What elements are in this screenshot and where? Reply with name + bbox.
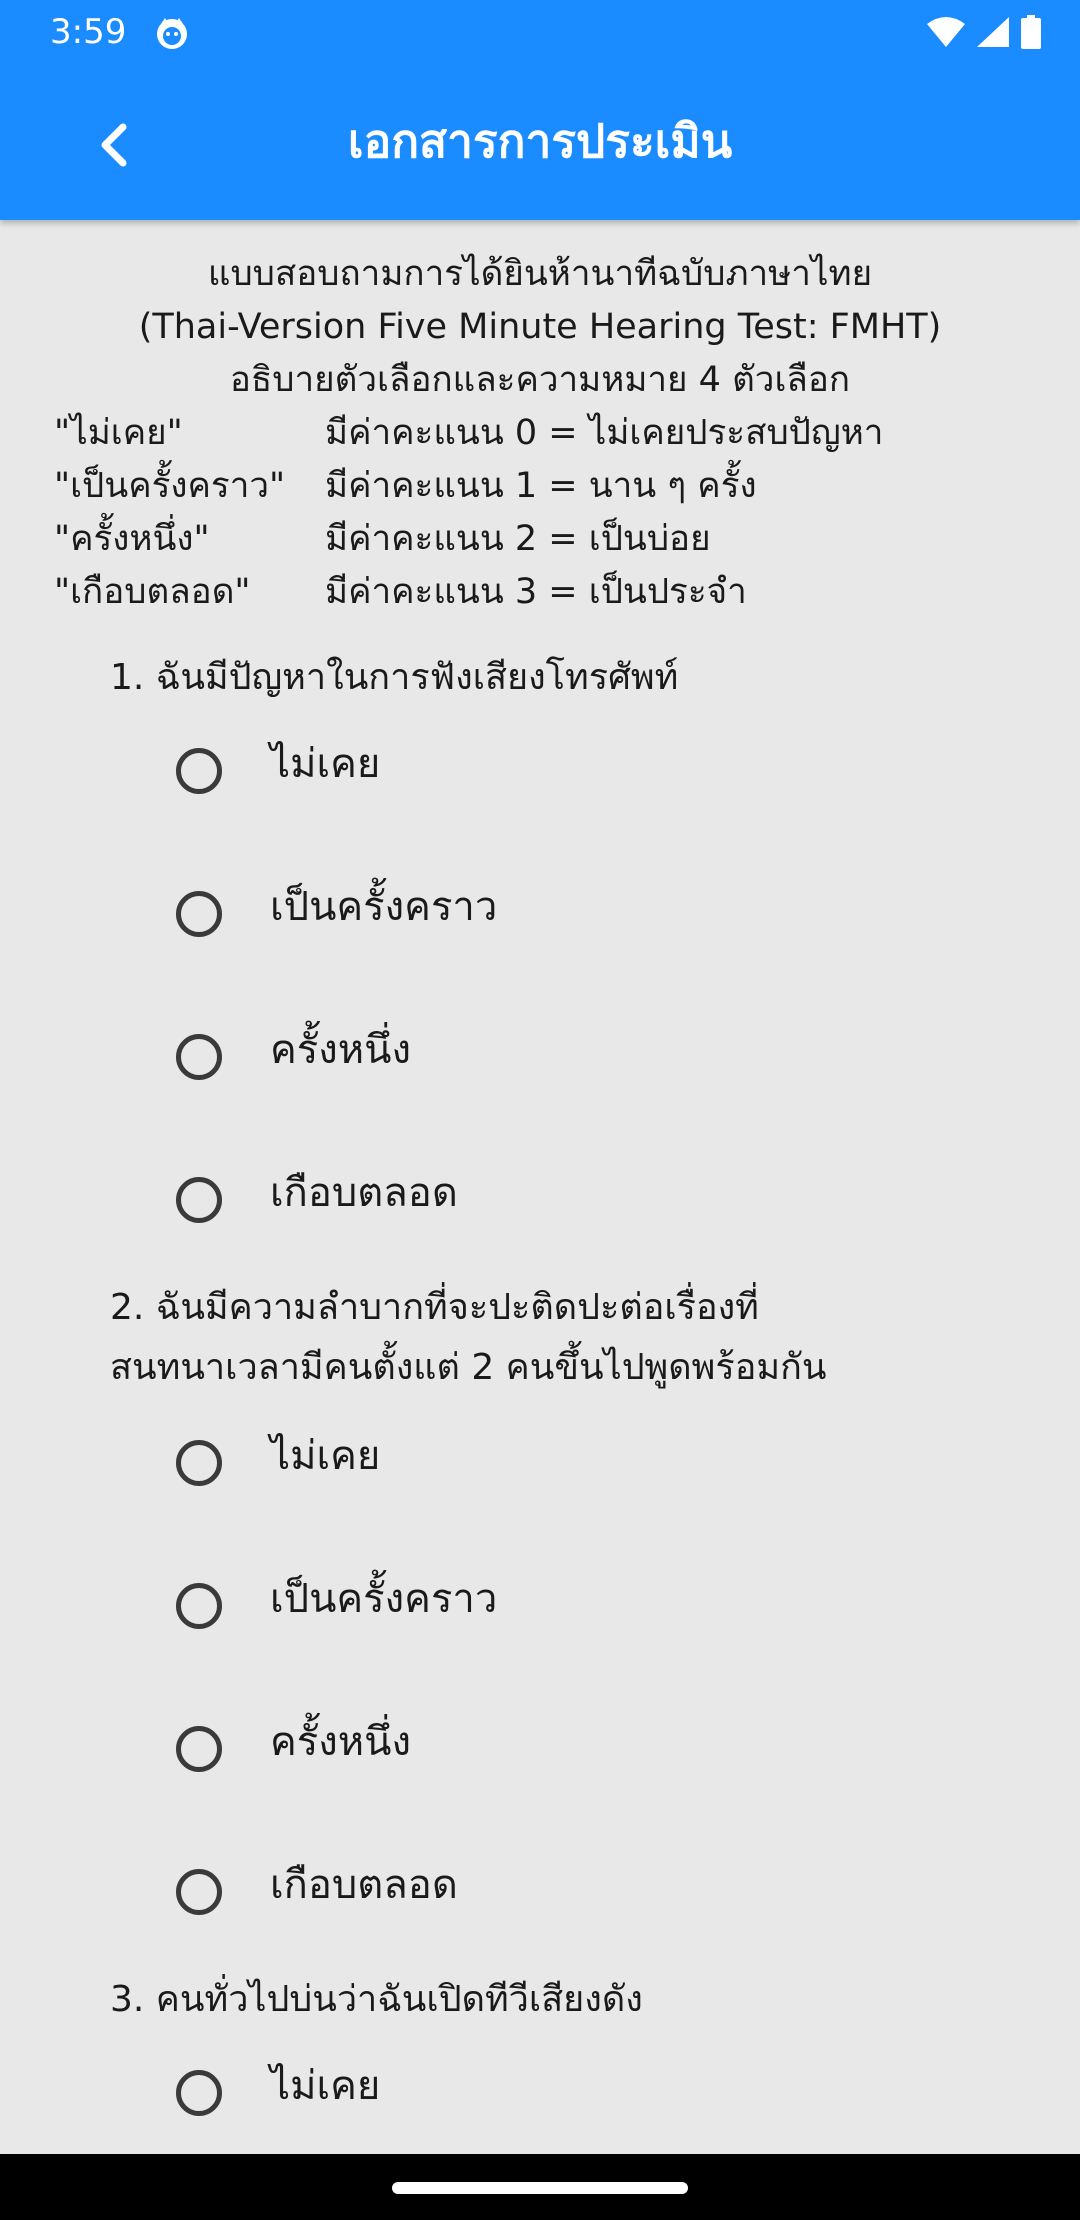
option-label: ไม่เคย	[270, 741, 381, 787]
radio-button[interactable]	[176, 1869, 222, 1915]
option-label: ครั้งหนึ่ง	[270, 1027, 412, 1073]
option-label: เป็นครั้งคราว	[270, 1576, 498, 1622]
option-label: เกือบตลอด	[270, 1170, 458, 1216]
option-label: ไม่เคย	[270, 1433, 381, 1479]
radio-button[interactable]	[176, 748, 222, 794]
screen-title: เอกสารการประเมิน	[347, 114, 733, 168]
question-line: 2. ฉันมีความลำบากที่จะปะติดปะต่อเรื่องที…	[110, 1287, 759, 1328]
intro-title: แบบสอบถามการได้ยินห้านาทีฉบับภาษาไทย	[207, 254, 873, 294]
radio-button[interactable]	[176, 1440, 222, 1486]
legend-term: "ไม่เคย"	[54, 413, 183, 453]
app-bar: เอกสารการประเมิน	[0, 66, 1080, 220]
battery-icon	[1020, 15, 1042, 53]
question-1-text: 1. ฉันมีปัญหาในการฟังเสียงโทรศัพท์	[110, 648, 1030, 708]
legend-row: "ไม่เคย" มีค่าคะแนน 0 = ไม่เคยประสบปัญหา	[0, 407, 1080, 460]
status-bar: 3:59	[0, 0, 1080, 66]
status-icons	[926, 14, 1042, 54]
question-2-option-almost-always[interactable]: เกือบตลอด	[160, 1841, 920, 1951]
question-3-option-never[interactable]: ไม่เคย	[160, 2042, 920, 2152]
questionnaire-content[interactable]: แบบสอบถามการได้ยินห้านาทีฉบับภาษาไทย (Th…	[0, 220, 1080, 2154]
option-label: ไม่เคย	[270, 2063, 381, 2109]
app-notification-icon	[154, 15, 190, 51]
option-label: เป็นครั้งคราว	[270, 884, 498, 930]
questionnaire-intro: แบบสอบถามการได้ยินห้านาทีฉบับภาษาไทย (Th…	[0, 248, 1080, 619]
question-2-option-never[interactable]: ไม่เคย	[160, 1412, 920, 1522]
radio-button[interactable]	[176, 1583, 222, 1629]
home-indicator[interactable]	[392, 2182, 688, 2194]
option-label: ครั้งหนึ่ง	[270, 1719, 412, 1765]
radio-button[interactable]	[176, 891, 222, 937]
legend-row: "เป็นครั้งคราว" มีค่าคะแนน 1 = นาน ๆ ครั…	[0, 460, 1080, 513]
radio-button[interactable]	[176, 1034, 222, 1080]
question-1-option-sometimes[interactable]: ครั้งหนึ่ง	[160, 1006, 920, 1116]
question-2-option-sometimes[interactable]: ครั้งหนึ่ง	[160, 1698, 920, 1808]
status-time: 3:59	[50, 12, 127, 52]
top-area: 3:59 เอกสารการประเมิน	[0, 0, 1080, 220]
question-2-option-occasionally[interactable]: เป็นครั้งคราว	[160, 1555, 920, 1665]
legend-description: มีค่าคะแนน 1 = นาน ๆ ครั้ง	[325, 466, 757, 506]
question-line: 3. คนทั่วไปบ่นว่าฉันเปิดทีวีเสียงดัง	[110, 1979, 643, 2020]
question-1-option-almost-always[interactable]: เกือบตลอด	[160, 1149, 920, 1259]
system-navigation-bar	[0, 2154, 1080, 2220]
legend-term: "เป็นครั้งคราว"	[54, 466, 286, 506]
legend-description: มีค่าคะแนน 3 = เป็นประจำ	[325, 572, 747, 612]
legend-description: มีค่าคะแนน 2 = เป็นบ่อย	[325, 519, 711, 559]
question-line: สนทนาเวลามีคนตั้งแต่ 2 คนขึ้นไปพูดพร้อมก…	[110, 1347, 827, 1388]
option-label: เกือบตลอด	[270, 1862, 458, 1908]
radio-button[interactable]	[176, 2070, 222, 2116]
legend-row: "ครั้งหนึ่ง" มีค่าคะแนน 2 = เป็นบ่อย	[0, 513, 1080, 566]
signal-icon	[976, 16, 1010, 52]
legend-term: "ครั้งหนึ่ง"	[54, 519, 210, 559]
intro-subtitle: (Thai-Version Five Minute Hearing Test: …	[138, 307, 942, 347]
radio-button[interactable]	[176, 1177, 222, 1223]
wifi-icon	[926, 16, 966, 52]
question-3-text: 3. คนทั่วไปบ่นว่าฉันเปิดทีวีเสียงดัง	[110, 1970, 1030, 2030]
question-2-text: 2. ฉันมีความลำบากที่จะปะติดปะต่อเรื่องที…	[110, 1278, 1030, 1398]
question-line: 1. ฉันมีปัญหาในการฟังเสียงโทรศัพท์	[110, 657, 679, 698]
radio-button[interactable]	[176, 1726, 222, 1772]
legend-row: "เกือบตลอด" มีค่าคะแนน 3 = เป็นประจำ	[0, 566, 1080, 619]
question-1-option-never[interactable]: ไม่เคย	[160, 720, 920, 830]
question-1-option-occasionally[interactable]: เป็นครั้งคราว	[160, 863, 920, 973]
legend-term: "เกือบตลอด"	[54, 572, 251, 612]
intro-legend-heading: อธิบายตัวเลือกและความหมาย 4 ตัวเลือก	[229, 360, 851, 400]
legend-description: มีค่าคะแนน 0 = ไม่เคยประสบปัญหา	[325, 413, 884, 453]
